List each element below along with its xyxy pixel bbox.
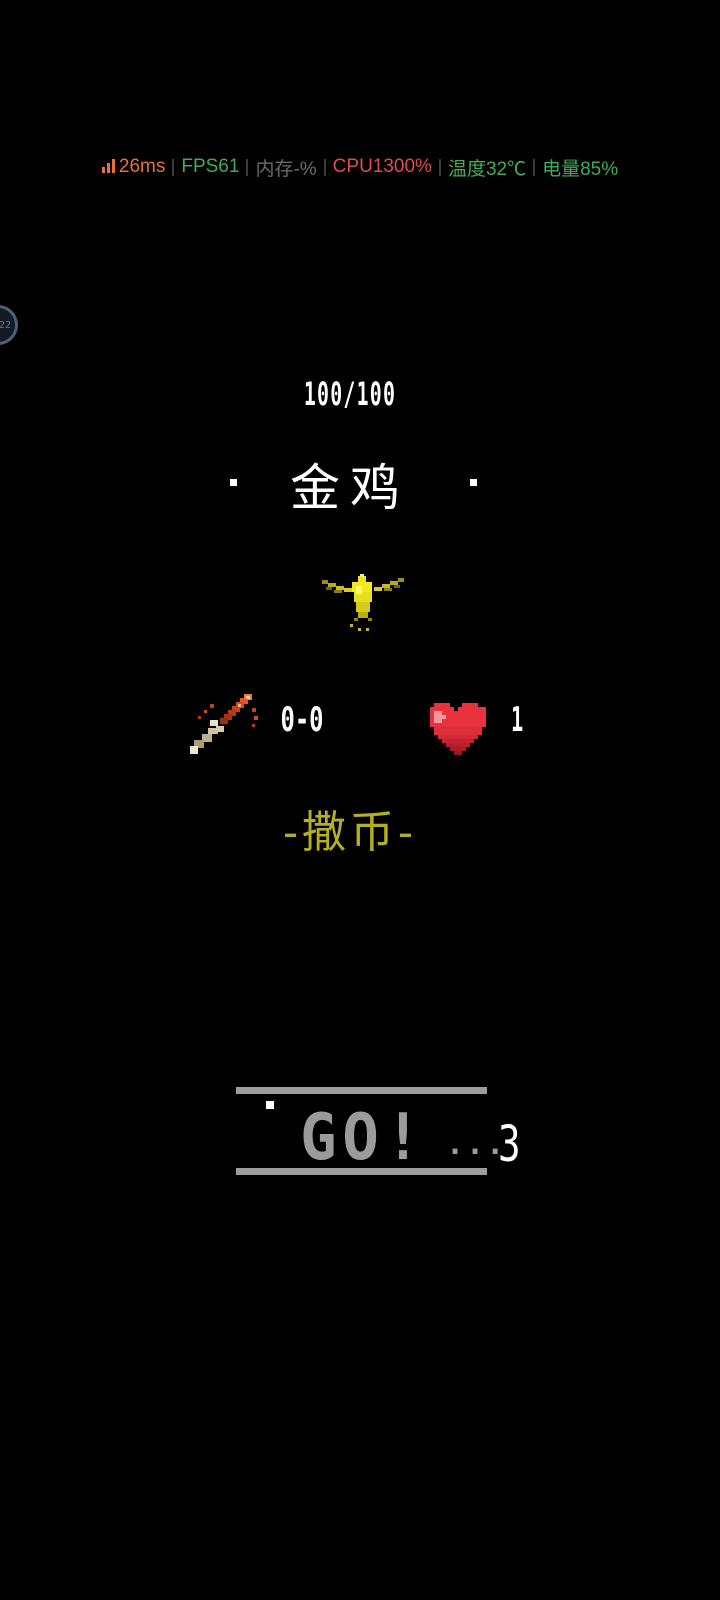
life-value: 1 — [511, 700, 524, 740]
divider — [438, 158, 441, 176]
go-ellipsis: ... — [446, 1127, 507, 1162]
game-screen: 26ms FPS61 内存-% CPU1300% 温度32℃ 电量85% 22 … — [0, 0, 720, 1600]
divider — [246, 158, 249, 176]
heart-icon — [430, 703, 486, 755]
temperature-value: 温度32℃ — [447, 158, 527, 180]
go-banner-dot — [266, 1101, 274, 1109]
fps-value: FPS61 — [181, 156, 240, 177]
floating-assistant-button[interactable]: 22 — [0, 305, 18, 345]
cpu-value: CPU1300% — [332, 156, 432, 177]
golden-bird-icon[interactable] — [320, 574, 406, 644]
attack-value: 0-0 — [280, 700, 324, 740]
go-label: GO! — [300, 1101, 427, 1175]
divider — [172, 158, 175, 176]
performance-overlay: 26ms FPS61 内存-% CPU1300% 温度32℃ 电量85% — [0, 152, 720, 182]
battery-value: 电量85% — [542, 158, 619, 180]
name-decoration-dot — [470, 479, 477, 486]
go-banner-top-line — [236, 1087, 487, 1094]
floating-ball-label: 22 — [0, 319, 11, 331]
memory-value: 内存-% — [255, 158, 317, 180]
sword-icon — [190, 694, 258, 754]
latency-value: 26ms — [118, 156, 166, 177]
name-decoration-dot — [230, 479, 237, 486]
latency-stat: 26ms — [101, 156, 166, 178]
signal-icon — [101, 158, 115, 173]
enemy-hp: 100/100 — [303, 375, 397, 413]
countdown-number: 3 — [498, 1115, 521, 1173]
go-banner-bottom-line — [236, 1168, 487, 1175]
action-label[interactable]: -撒币- — [250, 796, 450, 860]
divider — [323, 158, 326, 176]
divider — [533, 158, 536, 176]
enemy-name: 金鸡 — [290, 459, 410, 517]
